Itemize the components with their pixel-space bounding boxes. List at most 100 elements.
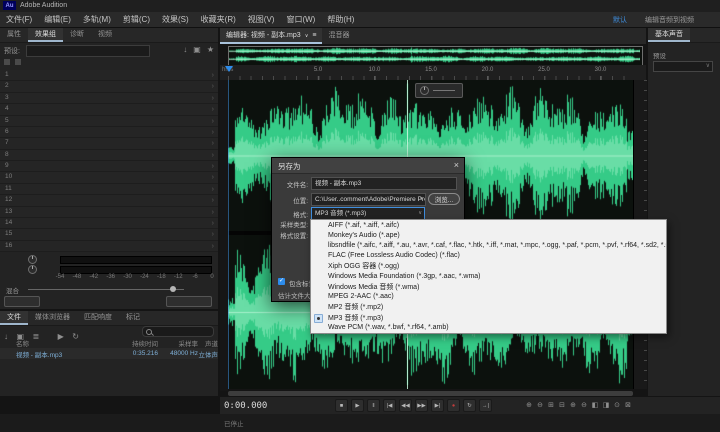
menubar-item-3[interactable]: 剪辑(C) xyxy=(117,12,156,27)
slot-arrow-icon[interactable]: › xyxy=(212,241,214,252)
slot-arrow-icon[interactable]: › xyxy=(212,207,214,218)
browse-button[interactable]: 浏览... xyxy=(428,193,460,205)
workspace-default-button[interactable]: 默认 xyxy=(613,15,627,25)
files-tab-0[interactable]: 文件 xyxy=(0,311,28,325)
slot-arrow-icon[interactable]: › xyxy=(212,184,214,195)
workspace-secondary-button[interactable]: 编辑音频到视频 xyxy=(645,15,694,25)
rack-tab-2[interactable]: 诊断 xyxy=(63,28,91,42)
search-input[interactable] xyxy=(142,326,214,337)
menubar-item-4[interactable]: 效果(S) xyxy=(156,12,195,27)
playhead-marker[interactable] xyxy=(225,66,233,76)
menubar-item-7[interactable]: 窗口(W) xyxy=(280,12,321,27)
chevron-down-icon[interactable]: ∨ xyxy=(305,28,309,44)
files-tab-1[interactable]: 媒体浏览器 xyxy=(28,311,77,325)
effect-slot-8[interactable]: 8› xyxy=(0,150,218,161)
menubar-item-8[interactable]: 帮助(H) xyxy=(321,12,360,27)
rack-tab-3[interactable]: 视频 xyxy=(91,28,119,42)
favorite-icon[interactable]: ★ xyxy=(207,45,214,55)
zoom-in-amplitude-button[interactable]: ⊕ xyxy=(568,399,578,410)
effect-slot-14[interactable]: 14› xyxy=(0,218,218,229)
slot-arrow-icon[interactable]: › xyxy=(212,70,214,81)
dialog-titlebar[interactable]: 另存为 × xyxy=(272,158,464,174)
rack-power-button[interactable] xyxy=(4,296,40,307)
format-option-9[interactable]: MP3 音频 (*.mp3) xyxy=(311,312,666,322)
zoom-out-button[interactable]: ⊖ xyxy=(535,399,545,410)
effect-slot-1[interactable]: 1› xyxy=(0,70,218,81)
menubar-item-0[interactable]: 文件(F) xyxy=(0,12,38,27)
waveform-overview[interactable] xyxy=(228,46,643,66)
tab-editor[interactable]: 编辑器: 视频 - 副本.mp3 ∨ ≡ xyxy=(220,28,322,44)
preset-dropdown[interactable] xyxy=(26,45,150,57)
effect-slot-11[interactable]: 11› xyxy=(0,184,218,195)
skip-to-start-button[interactable]: |◀ xyxy=(383,399,396,412)
mix-slider-track[interactable] xyxy=(28,289,184,290)
effect-slot-10[interactable]: 10› xyxy=(0,172,218,183)
slot-arrow-icon[interactable]: › xyxy=(212,218,214,229)
effect-slot-5[interactable]: 5› xyxy=(0,116,218,127)
format-option-1[interactable]: Monkey's Audio (*.ape) xyxy=(311,230,666,240)
save-preset-icon[interactable]: ↓ xyxy=(183,45,187,55)
slot-arrow-icon[interactable]: › xyxy=(212,81,214,92)
effect-slot-4[interactable]: 4› xyxy=(0,104,218,115)
loop-playback-button[interactable]: ↻ xyxy=(463,399,476,412)
zoom-selection-left-button[interactable]: ◨ xyxy=(601,399,611,410)
files-tab-3[interactable]: 标记 xyxy=(119,311,147,325)
zoom-to-selection-button[interactable]: ◧ xyxy=(590,399,600,410)
effect-slot-12[interactable]: 12› xyxy=(0,195,218,206)
slot-arrow-icon[interactable]: › xyxy=(212,127,214,138)
zoom-in-time-button[interactable]: ⊞ xyxy=(546,399,556,410)
zoom-out-amplitude-button[interactable]: ⊖ xyxy=(579,399,589,410)
format-option-3[interactable]: FLAC (Free Lossless Audio Codec) (*.flac… xyxy=(311,251,666,261)
slot-arrow-icon[interactable]: › xyxy=(212,229,214,240)
timeline-ruler[interactable]: hms 5.010.015.020.025.030.0 xyxy=(220,65,646,81)
menubar-item-6[interactable]: 视图(V) xyxy=(242,12,281,27)
menubar-item-5[interactable]: 收藏夹(R) xyxy=(195,12,242,27)
format-option-7[interactable]: MPEG 2-AAC (*.aac) xyxy=(311,292,666,302)
effect-slot-15[interactable]: 15› xyxy=(0,229,218,240)
output-gain-knob[interactable] xyxy=(28,265,37,274)
slot-arrow-icon[interactable]: › xyxy=(212,172,214,183)
tab-mixer[interactable]: 混音器 xyxy=(322,28,355,44)
metadata-checkbox[interactable]: ✓ xyxy=(278,278,285,285)
effect-slot-3[interactable]: 3› xyxy=(0,93,218,104)
tab-essential-sound[interactable]: 基本声音 xyxy=(648,28,690,42)
pause-button[interactable]: ‖ xyxy=(367,399,380,412)
format-option-5[interactable]: Windows Media Foundation (*.3gp, *.aac, … xyxy=(311,271,666,281)
format-option-6[interactable]: Windows Media 音频 (*.wma) xyxy=(311,282,666,292)
skip-to-end-button[interactable]: ▶| xyxy=(431,399,444,412)
table-row[interactable]: 视频 - 副本.mp30:35.21648000 Hz立体声 xyxy=(0,348,218,359)
slot-arrow-icon[interactable]: › xyxy=(212,138,214,149)
location-dropdown[interactable]: C:\User..comment\Adobe\Premiere Pro\13.0… xyxy=(311,193,426,206)
zoom-selection-right-button[interactable]: ⊙ xyxy=(612,399,622,410)
skip-selection-button[interactable]: →| xyxy=(479,399,492,412)
mix-slider-handle[interactable] xyxy=(170,286,176,292)
volume-hud[interactable] xyxy=(415,83,463,98)
clip-effects-icon[interactable] xyxy=(4,59,10,65)
format-option-4[interactable]: Xiph OGG 容器 (*.ogg) xyxy=(311,261,666,271)
record-button[interactable]: ● xyxy=(447,399,460,412)
hud-volume-knob[interactable] xyxy=(420,86,429,95)
slot-arrow-icon[interactable]: › xyxy=(212,104,214,115)
fast-forward-button[interactable]: ▶▶ xyxy=(415,399,428,412)
slot-arrow-icon[interactable]: › xyxy=(212,150,214,161)
filename-input[interactable]: 视频 - 副本.mp3 xyxy=(311,177,457,190)
zoom-out-time-button[interactable]: ⊟ xyxy=(557,399,567,410)
rack-apply-button[interactable] xyxy=(166,296,212,307)
zoom-in-button[interactable]: ⊕ xyxy=(524,399,534,410)
slot-arrow-icon[interactable]: › xyxy=(212,93,214,104)
menubar-item-1[interactable]: 编辑(E) xyxy=(38,12,77,27)
essential-sound-preset-dropdown[interactable]: ∨ xyxy=(653,61,713,72)
new-preset-icon[interactable]: ▣ xyxy=(193,45,201,55)
input-gain-knob[interactable] xyxy=(28,255,37,264)
horizontal-scrollbar[interactable] xyxy=(228,391,633,396)
play-button[interactable]: ▶ xyxy=(351,399,364,412)
files-tab-2[interactable]: 匹配响度 xyxy=(77,311,119,325)
effect-slot-2[interactable]: 2› xyxy=(0,81,218,92)
effect-slot-13[interactable]: 13› xyxy=(0,207,218,218)
slot-arrow-icon[interactable]: › xyxy=(212,195,214,206)
format-option-2[interactable]: libsndfile (*.aifc, *.aiff, *.au, *.avr,… xyxy=(311,241,666,251)
slot-arrow-icon[interactable]: › xyxy=(212,161,214,172)
rewind-button[interactable]: ◀◀ xyxy=(399,399,412,412)
effect-slot-16[interactable]: 16› xyxy=(0,241,218,252)
rack-tab-1[interactable]: 效果组 xyxy=(28,28,63,42)
